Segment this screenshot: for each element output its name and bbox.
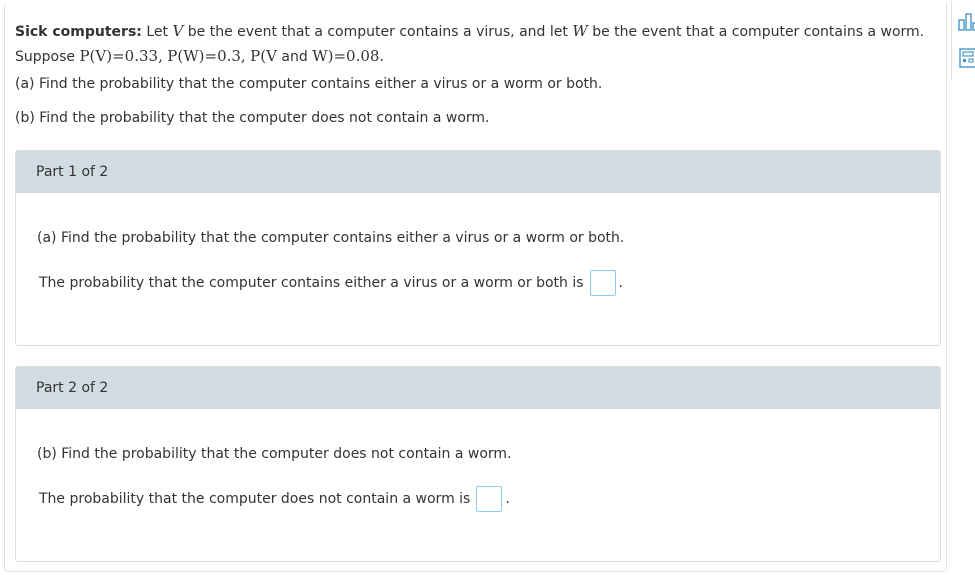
question-a: (a) Find the probability that the comput… xyxy=(15,76,603,92)
problem-text: Let xyxy=(146,24,168,40)
math-pvw-close: W)=0.08. xyxy=(312,47,385,65)
problem-title: Sick computers: xyxy=(15,24,142,40)
problem-text: Suppose xyxy=(15,49,76,65)
part-2-answer-row: The probability that the computer does n… xyxy=(39,484,510,514)
part-2-question: (b) Find the probability that the comput… xyxy=(37,446,512,462)
part-1-header: Part 1 of 2 xyxy=(16,151,940,193)
part-1-answer-prompt: The probability that the computer contai… xyxy=(39,275,584,291)
period: . xyxy=(618,275,623,291)
part-1-answer-input[interactable] xyxy=(589,270,616,296)
math-var-v: V xyxy=(172,22,184,40)
math-and: and xyxy=(281,49,308,65)
part-2-answer-prompt: The probability that the computer does n… xyxy=(39,491,471,507)
part-2-answer-input[interactable] xyxy=(476,486,503,512)
problem-line-2: Suppose P(V)=0.33, P(W)=0.3, P(V and W)=… xyxy=(15,44,935,69)
math-pv: P(V)=0.33, xyxy=(79,47,163,65)
part-1-panel: Part 1 of 2 (a) Find the probability tha… xyxy=(15,150,941,346)
part-2-panel: Part 2 of 2 (b) Find the probability tha… xyxy=(15,366,941,562)
bar-chart-icon[interactable] xyxy=(957,10,975,32)
math-pvw-open: P(V xyxy=(250,47,277,65)
problem-text: be the event that a computer contains a … xyxy=(592,24,925,40)
problem-line-1: Sick computers: Let V be the event that … xyxy=(15,19,935,44)
part-1-answer-row: The probability that the computer contai… xyxy=(39,268,623,298)
part-1-question: (a) Find the probability that the comput… xyxy=(37,230,625,246)
math-var-w: W xyxy=(572,22,588,40)
problem-statement: Sick computers: Let V be the event that … xyxy=(15,19,935,69)
problem-text: be the event that a computer contains a … xyxy=(187,24,568,40)
math-pw: P(W)=0.3, xyxy=(167,47,246,65)
calculator-icon[interactable] xyxy=(957,47,975,69)
question-b: (b) Find the probability that the comput… xyxy=(15,110,490,126)
period: . xyxy=(505,491,510,507)
part-2-header: Part 2 of 2 xyxy=(16,367,940,409)
